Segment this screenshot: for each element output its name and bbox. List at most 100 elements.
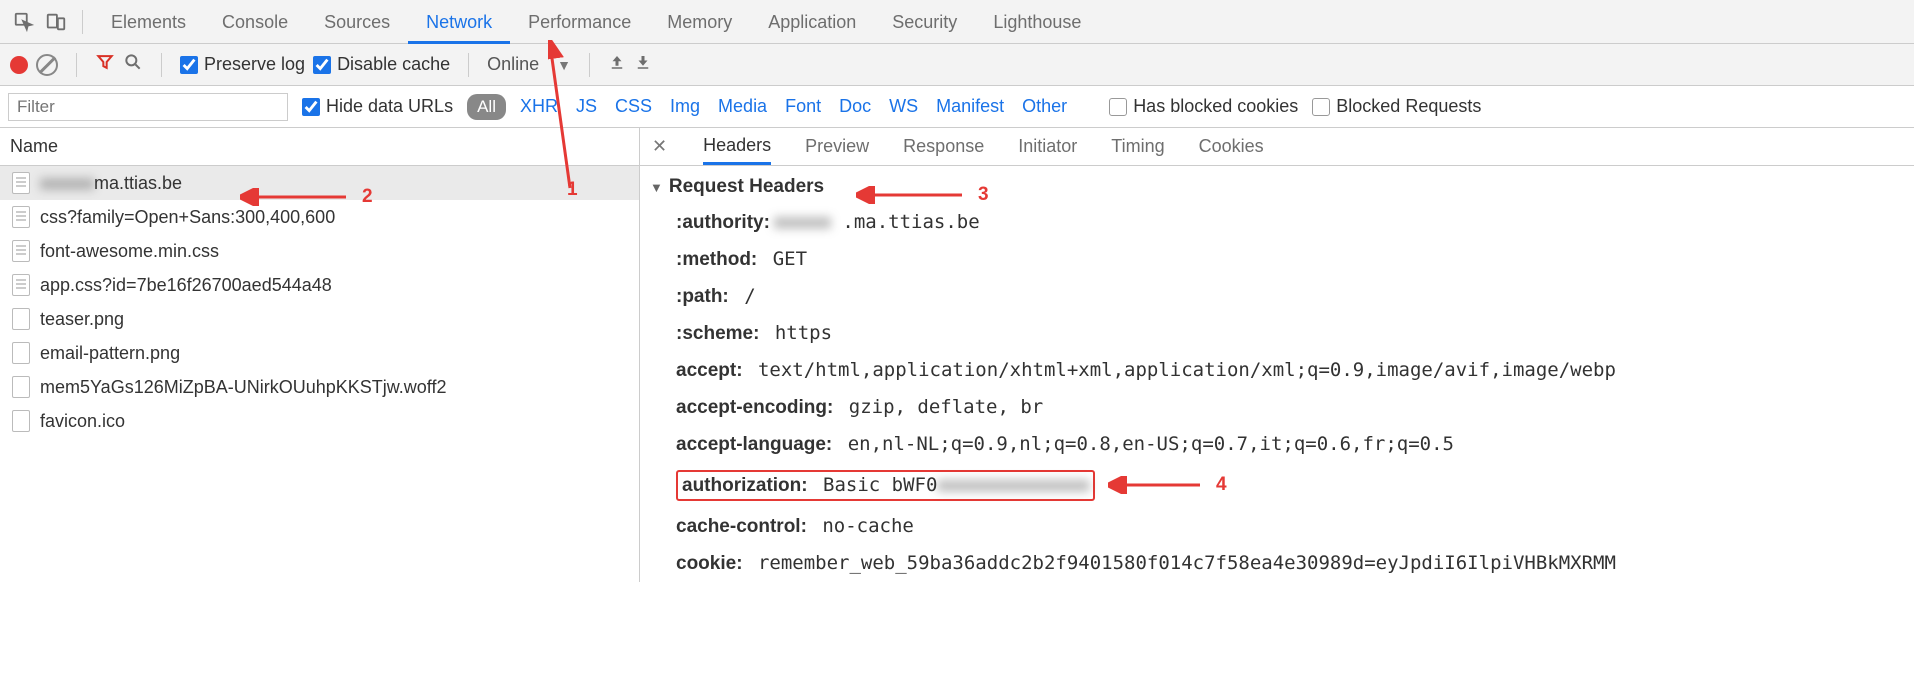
section-title: Request Headers	[669, 176, 824, 198]
main-tab-lighthouse[interactable]: Lighthouse	[975, 0, 1099, 44]
header-value: text/html,application/xhtml+xml,applicat…	[747, 359, 1616, 381]
main-tab-network[interactable]: Network	[408, 0, 510, 44]
request-name: favicon.ico	[40, 411, 125, 432]
header-key: :scheme:	[676, 323, 759, 344]
request-headers-section[interactable]: ▼ Request Headers	[640, 166, 1914, 204]
type-filter-manifest[interactable]: Manifest	[936, 96, 1004, 117]
detail-tab-cookies[interactable]: Cookies	[1199, 128, 1264, 165]
blocked-requests-checkbox[interactable]: Blocked Requests	[1312, 96, 1481, 117]
detail-tab-headers[interactable]: Headers	[703, 128, 771, 165]
content: Name xxxxxxma.ttias.be css?family=Open+Sa…	[0, 128, 1914, 582]
main-tab-console[interactable]: Console	[204, 0, 306, 44]
type-filter-xhr[interactable]: XHR	[520, 96, 558, 117]
main-tab-performance[interactable]: Performance	[510, 0, 649, 44]
detail-tabs: ✕ Headers Preview Response Initiator Timing C…	[640, 128, 1914, 166]
filter-icon[interactable]	[95, 52, 115, 77]
header-row: :method: GET	[640, 241, 1914, 278]
header-key: :method:	[676, 249, 757, 270]
chevron-down-icon: ▼	[557, 57, 571, 73]
throttling-value: Online	[487, 54, 539, 75]
request-name: teaser.png	[40, 309, 124, 330]
type-filter-ws[interactable]: WS	[889, 96, 918, 117]
divider	[161, 53, 162, 77]
type-filter-css[interactable]: CSS	[615, 96, 652, 117]
upload-har-icon[interactable]	[608, 53, 626, 76]
disable-cache-label: Disable cache	[337, 54, 450, 75]
header-row: :authority:xxxxxx .ma.ttias.be	[640, 204, 1914, 241]
filter-bar: Hide data URLs All XHR JS CSS Img Media Font D…	[0, 86, 1914, 128]
hide-data-urls-checkbox[interactable]: Hide data URLs	[302, 96, 453, 117]
file-icon	[12, 376, 30, 398]
file-icon	[12, 308, 30, 330]
detail-tab-preview[interactable]: Preview	[805, 128, 869, 165]
filter-input[interactable]	[8, 93, 288, 121]
detail-tab-timing[interactable]: Timing	[1111, 128, 1164, 165]
detail-pane: ✕ Headers Preview Response Initiator Timing C…	[640, 128, 1914, 582]
header-value: /	[733, 285, 756, 307]
preserve-log-label: Preserve log	[204, 54, 305, 75]
clear-button[interactable]	[36, 54, 58, 76]
header-key: :path:	[676, 286, 729, 307]
request-row[interactable]: favicon.ico	[0, 404, 639, 438]
type-filter-img[interactable]: Img	[670, 96, 700, 117]
request-row[interactable]: css?family=Open+Sans:300,400,600	[0, 200, 639, 234]
main-tab-elements[interactable]: Elements	[93, 0, 204, 44]
request-row[interactable]: app.css?id=7be16f26700aed544a48	[0, 268, 639, 302]
request-row[interactable]: email-pattern.png	[0, 336, 639, 370]
header-row: :path: /	[640, 278, 1914, 315]
file-icon	[12, 240, 30, 262]
main-tab-sources[interactable]: Sources	[306, 0, 408, 44]
search-icon[interactable]	[123, 52, 143, 77]
header-value: gzip, deflate, br	[837, 396, 1043, 418]
record-button[interactable]	[10, 56, 28, 74]
type-filters: XHR JS CSS Img Media Font Doc WS Manifest Other	[520, 96, 1067, 117]
file-icon	[12, 206, 30, 228]
throttling-select[interactable]: Online ▼	[487, 54, 571, 75]
download-har-icon[interactable]	[634, 53, 652, 76]
main-tab-memory[interactable]: Memory	[649, 0, 750, 44]
header-lines: :authority:xxxxxx .ma.ttias.be:method: G…	[640, 204, 1914, 582]
file-icon	[12, 172, 30, 194]
request-row[interactable]: teaser.png	[0, 302, 639, 336]
divider	[76, 53, 77, 77]
header-row: accept-language: en,nl-NL;q=0.9,nl;q=0.8…	[640, 426, 1914, 463]
hide-data-urls-label: Hide data URLs	[326, 96, 453, 117]
main-tab-application[interactable]: Application	[750, 0, 874, 44]
header-key: accept:	[676, 360, 743, 381]
request-name: font-awesome.min.css	[40, 241, 219, 262]
device-toolbar-icon[interactable]	[40, 6, 72, 38]
type-filter-doc[interactable]: Doc	[839, 96, 871, 117]
request-name: css?family=Open+Sans:300,400,600	[40, 207, 335, 228]
header-row: cache-control: no-cache	[640, 508, 1914, 545]
header-row: :scheme: https	[640, 315, 1914, 352]
header-key: authorization:	[682, 475, 808, 496]
inspect-element-icon[interactable]	[8, 6, 40, 38]
file-icon	[12, 410, 30, 432]
header-row: accept: text/html,application/xhtml+xml,…	[640, 352, 1914, 389]
main-tab-security[interactable]: Security	[874, 0, 975, 44]
type-filter-media[interactable]: Media	[718, 96, 767, 117]
column-header-name[interactable]: Name	[0, 128, 639, 166]
preserve-log-checkbox[interactable]: Preserve log	[180, 54, 305, 75]
header-value: Basic bWF0xxxxxxxxxxxxxxxx	[812, 474, 1090, 496]
header-key: :authority:	[676, 212, 770, 233]
annotation-label-1: 1	[567, 179, 578, 201]
type-filter-other[interactable]: Other	[1022, 96, 1067, 117]
type-filter-font[interactable]: Font	[785, 96, 821, 117]
type-filter-js[interactable]: JS	[576, 96, 597, 117]
request-row[interactable]: mem5YaGs126MiZpBA-UNirkOUuhpKKSTjw.woff2	[0, 370, 639, 404]
detail-tab-response[interactable]: Response	[903, 128, 984, 165]
divider	[589, 53, 590, 77]
close-icon[interactable]: ✕	[646, 136, 673, 157]
request-row[interactable]: font-awesome.min.css	[0, 234, 639, 268]
request-name: email-pattern.png	[40, 343, 180, 364]
disable-cache-checkbox[interactable]: Disable cache	[313, 54, 450, 75]
disclosure-triangle-icon: ▼	[650, 180, 663, 195]
has-blocked-cookies-checkbox[interactable]: Has blocked cookies	[1109, 96, 1298, 117]
request-list: Name xxxxxxma.ttias.be css?family=Open+Sa…	[0, 128, 640, 582]
request-row[interactable]: xxxxxxma.ttias.be	[0, 166, 639, 200]
type-filter-all[interactable]: All	[467, 94, 506, 120]
file-icon	[12, 274, 30, 296]
detail-tab-initiator[interactable]: Initiator	[1018, 128, 1077, 165]
header-key: cache-control:	[676, 516, 807, 537]
